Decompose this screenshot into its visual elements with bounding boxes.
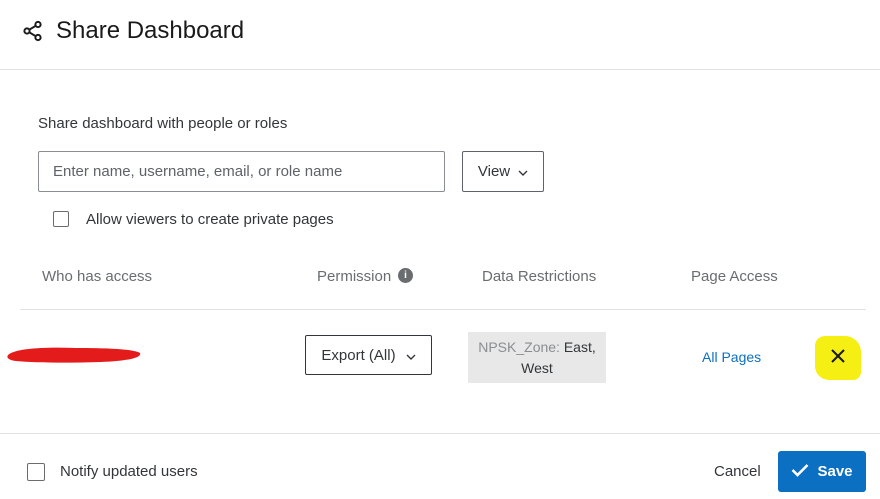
share-search-input[interactable]: [38, 151, 445, 192]
column-header-restrictions: Data Restrictions: [482, 268, 597, 285]
chevron-down-icon: [518, 163, 528, 180]
share-section-label: Share dashboard with people or roles: [38, 115, 288, 132]
column-header-page-access: Page Access: [691, 268, 778, 285]
share-icon: [22, 20, 44, 42]
save-button-label: Save: [817, 463, 853, 480]
restriction-line-1: NPSK_Zone: East,: [468, 337, 606, 358]
table-header-divider: [20, 309, 866, 310]
view-permission-dropdown[interactable]: View: [462, 151, 544, 192]
view-dropdown-label: View: [477, 163, 511, 180]
header-divider: [0, 69, 880, 70]
column-header-who: Who has access: [42, 268, 153, 285]
close-icon[interactable]: [826, 344, 850, 368]
allow-private-pages-label: Allow viewers to create private pages: [86, 211, 334, 228]
checkmark-icon: [791, 463, 809, 481]
data-restriction-tag[interactable]: NPSK_Zone: East, West: [468, 332, 606, 383]
permission-dropdown-label: Export (All): [321, 346, 396, 364]
notify-users-checkbox[interactable]: [27, 463, 45, 481]
allow-private-pages-checkbox[interactable]: [53, 211, 69, 227]
info-icon[interactable]: i: [398, 268, 413, 283]
cancel-button[interactable]: Cancel: [714, 463, 761, 480]
dialog-title: Share Dashboard: [56, 17, 245, 44]
footer-divider: [0, 433, 880, 434]
page-access-link[interactable]: All Pages: [702, 349, 761, 365]
restriction-key: NPSK_Zone:: [478, 339, 560, 355]
permission-dropdown[interactable]: Export (All): [305, 335, 432, 375]
chevron-down-icon: [406, 347, 416, 364]
redacted-user-name: [6, 344, 142, 371]
save-button[interactable]: Save: [778, 451, 866, 492]
restriction-value-1: East,: [563, 339, 596, 355]
column-header-permission: Permission: [317, 268, 392, 285]
restriction-value-2: West: [521, 360, 553, 376]
notify-users-label: Notify updated users: [60, 463, 198, 480]
